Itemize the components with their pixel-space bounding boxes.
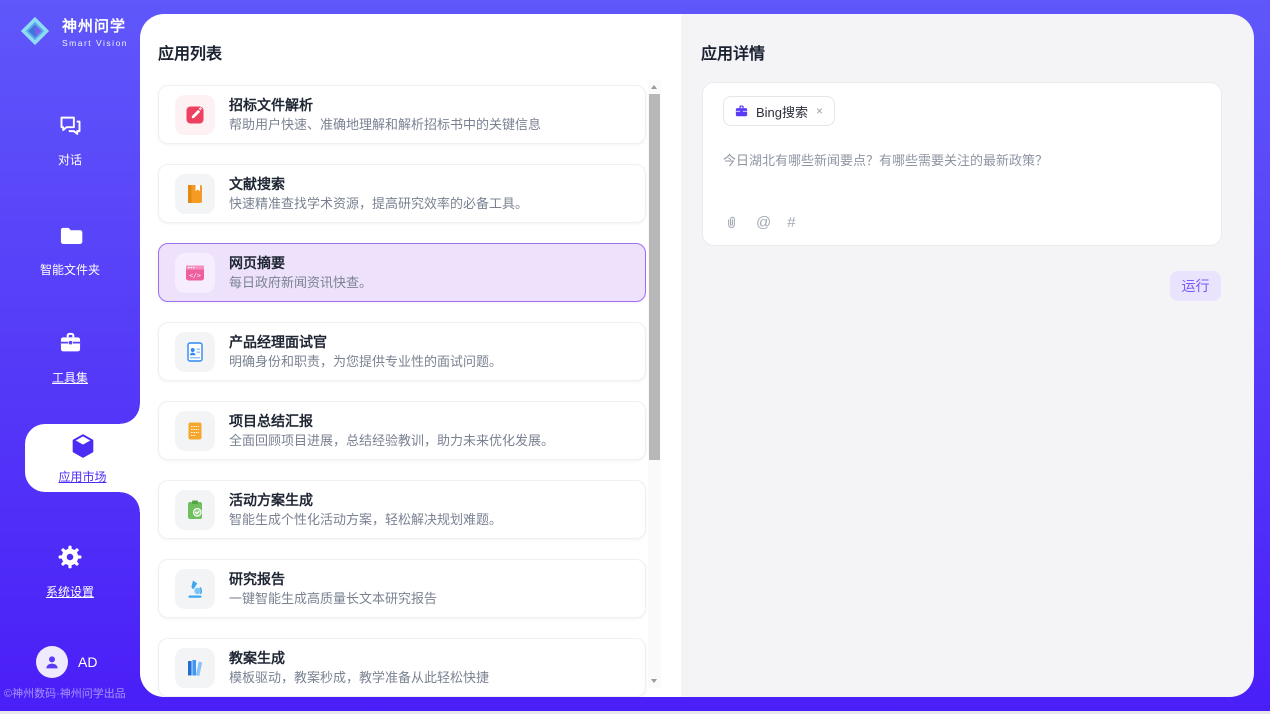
briefcase-icon xyxy=(57,330,84,357)
main-content: 应用列表 招标文件解析 帮助用户快速、准确地理解和解析招标书中的关键信息 xyxy=(140,14,1254,697)
active-tab-fillet-bottom xyxy=(120,492,140,512)
app-desc: 快速精准查找学术资源，提高研究效率的必备工具。 xyxy=(229,194,528,213)
brand-logo: 神州问学 Smart Vision xyxy=(16,12,128,50)
attachment-toolbar: @ # xyxy=(723,214,796,231)
folder-icon xyxy=(57,222,84,249)
list-item-research-report[interactable]: 研究报告 一键智能生成高质量长文本研究报告 xyxy=(158,559,646,618)
sidebar-item-label: 智能文件夹 xyxy=(40,261,100,278)
app-title: 项目总结汇报 xyxy=(229,411,554,431)
app-tile xyxy=(175,332,215,372)
app-desc: 一键智能生成高质量长文本研究报告 xyxy=(229,589,437,608)
list-item-bid-parse[interactable]: 招标文件解析 帮助用户快速、准确地理解和解析招标书中的关键信息 xyxy=(158,85,646,144)
app-tile xyxy=(175,648,215,688)
prompt-card: Bing搜索 × 今日湖北有哪些新闻要点？有哪些需要关注的最新政策？ @ # xyxy=(702,82,1222,246)
diamond-logo-icon xyxy=(16,12,54,50)
app-tile xyxy=(175,569,215,609)
user-name: AD xyxy=(78,654,97,670)
sidebar-item-smart-folder[interactable]: 智能文件夹 xyxy=(0,222,140,279)
list-item-project-summary[interactable]: 项目总结汇报 全面回顾项目进展，总结经验教训，助力未来优化发展。 xyxy=(158,401,646,460)
app-detail-panel: 应用详情 Bing搜索 × 今日湖北有哪些新闻要点？有哪些需要关注的最新政策？ … xyxy=(681,14,1254,697)
run-button[interactable]: 运行 xyxy=(1170,271,1221,301)
brand-title: 神州问学 xyxy=(62,15,128,36)
app-desc: 每日政府新闻资讯快查。 xyxy=(229,273,372,292)
app-desc: 全面回顾项目进展，总结经验教训，助力未来优化发展。 xyxy=(229,431,554,450)
mention-icon[interactable]: @ xyxy=(756,215,771,231)
sidebar-item-toolset[interactable]: 工具集 xyxy=(0,330,140,387)
app-tile: </> xyxy=(175,253,215,293)
chat-icon xyxy=(57,112,84,139)
scrollbar[interactable] xyxy=(648,80,661,688)
active-tab-fillet-top xyxy=(120,404,140,424)
app-tile xyxy=(175,174,215,214)
app-list: 招标文件解析 帮助用户快速、准确地理解和解析招标书中的关键信息 文献搜索 快速精… xyxy=(158,85,646,697)
app-desc: 模板驱动，教案秒成，教学准备从此轻松快捷 xyxy=(229,668,489,687)
list-item-lesson-plan[interactable]: 教案生成 模板驱动，教案秒成，教学准备从此轻松快捷 xyxy=(158,638,646,697)
paperclip-icon[interactable] xyxy=(723,214,740,231)
book-icon xyxy=(183,182,207,206)
app-title: 文献搜索 xyxy=(229,174,528,194)
scrollbar-thumb[interactable] xyxy=(649,94,660,460)
scroll-up-icon[interactable] xyxy=(651,85,657,89)
prompt-input[interactable]: 今日湖北有哪些新闻要点？有哪些需要关注的最新政策？ xyxy=(723,151,1193,170)
sidebar-item-label: 应用市场 xyxy=(58,468,106,485)
app-detail-title: 应用详情 xyxy=(701,40,765,64)
copyright-footer: ©神州数码·神州问学出品 xyxy=(4,685,140,701)
microscope-icon xyxy=(183,577,207,601)
notepad-icon xyxy=(183,419,207,443)
chip-close-icon[interactable]: × xyxy=(815,104,824,118)
tool-chip-bing-search[interactable]: Bing搜索 × xyxy=(723,96,835,126)
app-tile xyxy=(175,95,215,135)
sidebar-item-label: 工具集 xyxy=(52,369,88,386)
avatar xyxy=(36,646,68,678)
pencil-square-icon xyxy=(183,103,207,127)
app-desc: 明确身份和职责，为您提供专业性的面试问题。 xyxy=(229,352,502,371)
sidebar-item-app-market[interactable]: 应用市场 xyxy=(25,424,140,492)
app-tile xyxy=(175,411,215,451)
sidebar-item-settings[interactable]: 系统设置 xyxy=(0,543,140,601)
sidebar-item-label: 系统设置 xyxy=(46,583,94,600)
person-icon xyxy=(43,653,61,671)
list-item-pm-interviewer[interactable]: 产品经理面试官 明确身份和职责，为您提供专业性的面试问题。 xyxy=(158,322,646,381)
resume-person-icon xyxy=(183,340,207,364)
briefcase-icon xyxy=(734,104,749,119)
brand-subtitle: Smart Vision xyxy=(62,38,128,48)
sidebar-item-chat[interactable]: 对话 xyxy=(0,112,140,169)
app-list-panel: 应用列表 招标文件解析 帮助用户快速、准确地理解和解析招标书中的关键信息 xyxy=(140,14,681,697)
app-tile xyxy=(175,490,215,530)
clipboard-check-icon xyxy=(183,498,207,522)
app-list-title: 应用列表 xyxy=(158,40,222,64)
sidebar: 神州问学 Smart Vision 对话 智能文件夹 工具集 xyxy=(0,0,140,711)
app-title: 网页摘要 xyxy=(229,253,372,273)
app-desc: 智能生成个性化活动方案，轻松解决规划难题。 xyxy=(229,510,502,529)
books-icon xyxy=(183,656,207,680)
cube-icon xyxy=(69,432,97,460)
hash-icon[interactable]: # xyxy=(787,215,795,231)
browser-code-icon: </> xyxy=(183,261,207,285)
gear-icon xyxy=(56,543,84,571)
app-title: 研究报告 xyxy=(229,569,437,589)
scroll-down-icon[interactable] xyxy=(651,679,657,683)
tool-chip-label: Bing搜索 xyxy=(756,102,808,121)
svg-text:</>: </> xyxy=(189,271,201,279)
app-title: 活动方案生成 xyxy=(229,490,502,510)
app-title: 招标文件解析 xyxy=(229,95,541,115)
list-item-literature-search[interactable]: 文献搜索 快速精准查找学术资源，提高研究效率的必备工具。 xyxy=(158,164,646,223)
app-desc: 帮助用户快速、准确地理解和解析招标书中的关键信息 xyxy=(229,115,541,134)
user-account[interactable]: AD xyxy=(36,646,97,678)
app-title: 产品经理面试官 xyxy=(229,332,502,352)
list-item-web-summary[interactable]: </> 网页摘要 每日政府新闻资讯快查。 xyxy=(158,243,646,302)
sidebar-item-label: 对话 xyxy=(58,151,82,168)
list-item-event-plan[interactable]: 活动方案生成 智能生成个性化活动方案，轻松解决规划难题。 xyxy=(158,480,646,539)
app-title: 教案生成 xyxy=(229,648,489,668)
